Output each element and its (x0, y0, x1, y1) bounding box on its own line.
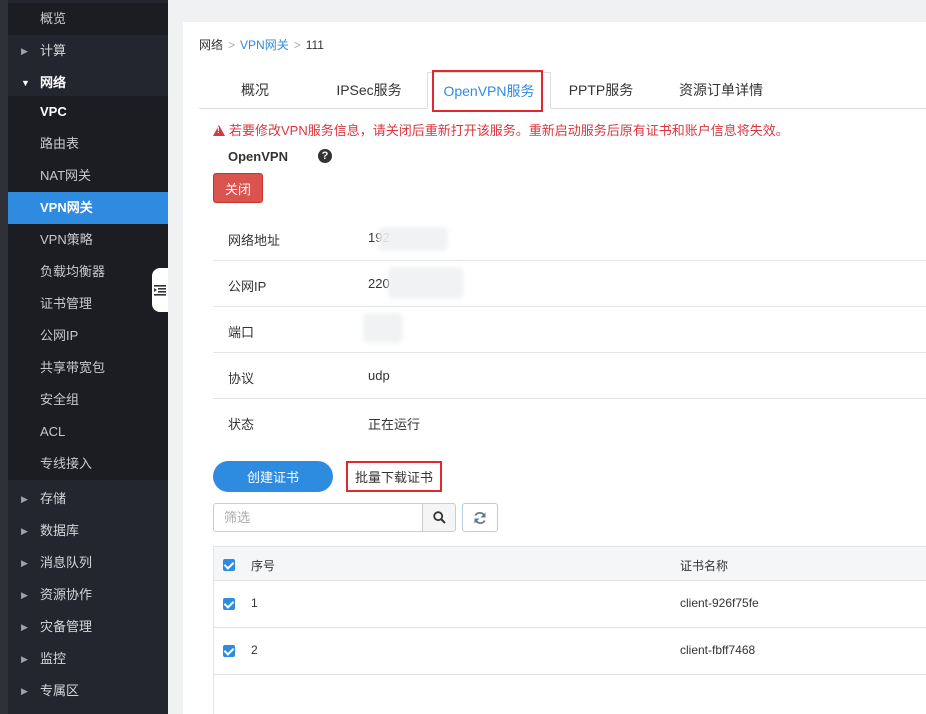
row-no: 2 (251, 643, 258, 657)
create-certificate-button[interactable]: 创建证书 (213, 461, 333, 492)
breadcrumb-separator: > (228, 38, 236, 52)
breadcrumb: 网络 > VPN网关 >111 (199, 36, 324, 53)
tab-ipsec[interactable]: IPSec服务 (311, 72, 427, 109)
info-value: 220 (368, 276, 390, 291)
info-row-port: 端口 (213, 307, 926, 353)
sidebar-item-direct-connect[interactable]: 专线接入 (8, 448, 168, 480)
sidebar-item-dedicated-zone[interactable]: ▶ 专属区 (8, 675, 168, 707)
search-button[interactable] (422, 503, 456, 532)
sidebar: 概览 ▶ 计算 ▼ 网络 VPC 路由表 NAT网关 VPN网关 VPN策略 负载均… (0, 0, 168, 714)
tab-overview[interactable]: 概况 (199, 72, 311, 109)
row-cert-name: client-926f75fe (680, 596, 759, 610)
warning-icon (213, 125, 225, 136)
sidebar-item-overview[interactable]: 概览 (8, 3, 168, 35)
info-key: 协议 (228, 371, 255, 386)
sidebar-item-vpn-policy[interactable]: VPN策略 (8, 224, 168, 256)
info-key: 端口 (228, 325, 255, 340)
caret-right-icon: ▶ (21, 526, 28, 536)
info-row-protocol: 协议 udp (213, 353, 926, 399)
breadcrumb-vpn-gateway[interactable]: VPN网关 (240, 38, 289, 52)
redaction (388, 267, 463, 299)
breadcrumb-root[interactable]: 网络 (199, 38, 223, 52)
info-key: 状态 (228, 417, 255, 432)
info-key: 公网IP (228, 279, 267, 294)
info-value: udp (368, 368, 390, 383)
sidebar-item-message-queue[interactable]: ▶ 消息队列 (8, 547, 168, 579)
sidebar-item-network[interactable]: ▼ 网络 (8, 67, 168, 99)
menu-collapse-icon[interactable] (152, 268, 168, 312)
caret-right-icon: ▶ (21, 686, 28, 696)
sidebar-item-database[interactable]: ▶ 数据库 (8, 515, 168, 547)
tab-bar: 概况 IPSec服务 OpenVPN服务 PPTP服务 资源订单详情 (199, 70, 926, 112)
sidebar-item-acl[interactable]: ACL (8, 416, 168, 448)
certificate-table: 序号 证书名称 1 client-926f75fe 2 client-fbff7… (213, 546, 926, 714)
sidebar-item-load-balancer[interactable]: 负载均衡器 (8, 256, 168, 288)
breadcrumb-current: 111 (305, 38, 324, 52)
sidebar-item-shared-bandwidth[interactable]: 共享带宽包 (8, 352, 168, 384)
info-row-public-ip: 公网IP 220 (213, 261, 926, 307)
service-title: OpenVPN (228, 149, 288, 164)
warning-message: 若要修改VPN服务信息，请关闭后重新打开该服务。重新启动服务后原有证书和账户信息… (213, 120, 789, 139)
filter-input[interactable] (213, 503, 423, 532)
caret-down-icon: ▼ (21, 78, 30, 88)
column-header-name: 证书名称 (680, 559, 729, 573)
sidebar-item-vpc[interactable]: VPC (8, 96, 168, 128)
tab-pptp[interactable]: PPTP服务 (551, 72, 651, 109)
caret-right-icon: ▶ (21, 46, 28, 56)
sidebar-item-public-ip[interactable]: 公网IP (8, 320, 168, 352)
table-row[interactable]: 2 client-fbff7468 (214, 628, 926, 675)
service-info-list: 网络地址 192 公网IP 220 端口 协议 udp 状态 正在运行 (213, 215, 926, 445)
redaction (363, 313, 403, 343)
caret-right-icon: ▶ (21, 622, 28, 632)
row-cert-name: client-fbff7468 (680, 643, 756, 657)
main-panel: 网络 > VPN网关 >111 概况 IPSec服务 OpenVPN服务 PPTP服务… (183, 22, 926, 714)
sidebar-item-resource-collab[interactable]: ▶ 资源协作 (8, 579, 168, 611)
info-key: 网络地址 (228, 233, 281, 248)
caret-right-icon: ▶ (21, 558, 28, 568)
sidebar-item-nat-gateway[interactable]: NAT网关 (8, 160, 168, 192)
sidebar-item-monitoring[interactable]: ▶ 监控 (8, 643, 168, 675)
refresh-icon (474, 511, 486, 524)
info-value: 正在运行 (368, 417, 421, 432)
sidebar-item-security-group[interactable]: 安全组 (8, 384, 168, 416)
table-header: 序号 证书名称 (214, 546, 926, 581)
sidebar-item-disaster-recovery[interactable]: ▶ 灾备管理 (8, 611, 168, 643)
caret-right-icon: ▶ (21, 654, 28, 664)
row-checkbox[interactable] (223, 645, 235, 657)
close-service-button[interactable]: 关闭 (213, 173, 263, 203)
table-row[interactable]: 1 client-926f75fe (214, 581, 926, 628)
caret-right-icon: ▶ (21, 590, 28, 600)
breadcrumb-separator: > (293, 38, 301, 52)
info-row-status: 状态 正在运行 (213, 399, 926, 445)
row-no: 1 (251, 596, 258, 610)
select-all-checkbox[interactable] (223, 559, 235, 571)
sidebar-item-route-table[interactable]: 路由表 (8, 128, 168, 160)
row-checkbox[interactable] (223, 598, 235, 610)
info-row-network-address: 网络地址 192 (213, 215, 926, 261)
search-icon (432, 511, 446, 524)
sidebar-edge (0, 0, 8, 714)
tab-order-details[interactable]: 资源订单详情 (651, 72, 791, 109)
tab-openvpn[interactable]: OpenVPN服务 (427, 72, 551, 109)
help-icon[interactable]: ? (318, 149, 332, 163)
sidebar-item-storage[interactable]: ▶ 存储 (8, 483, 168, 515)
refresh-button[interactable] (462, 503, 498, 532)
sidebar-item-certificate[interactable]: 证书管理 (8, 288, 168, 320)
caret-right-icon: ▶ (21, 494, 28, 504)
redaction (378, 227, 448, 251)
sidebar-item-compute[interactable]: ▶ 计算 (8, 35, 168, 67)
column-header-no: 序号 (251, 559, 276, 573)
batch-download-button[interactable]: 批量下载证书 (346, 461, 442, 492)
sidebar-item-vpn-gateway[interactable]: VPN网关 (8, 192, 168, 224)
